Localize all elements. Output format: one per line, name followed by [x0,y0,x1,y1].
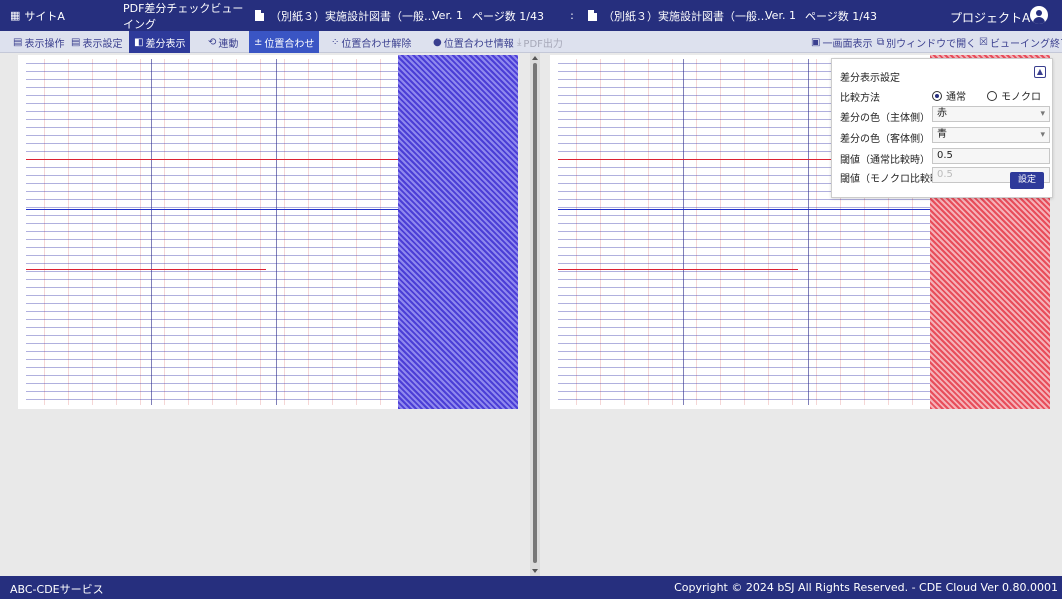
link-icon: ⟲ [208,36,217,48]
display-settings-icon: ▤ [71,36,81,48]
right-document-version: Ver. 1 [765,9,796,22]
file-icon [588,10,597,21]
right-document-info: （別紙３）実施設計図書（一般… Ver. 1 ページ数 1/43 [588,8,895,24]
site-selector[interactable]: ▦ サイトA [10,8,105,24]
scroll-down-icon[interactable] [532,569,538,573]
display-settings-button[interactable]: ▤ 表示設定 [66,31,127,53]
left-document-pages: ページ数 1/43 [472,9,544,23]
project-name[interactable]: プロジェクトA [950,9,1030,26]
threshold-normal-label: 閾値（通常比較時） [840,155,930,166]
compare-method-label: 比較方法 [840,93,880,104]
footer: ABC-CDEサービス Copyright © 2024 bSJ All Rig… [0,576,1062,599]
pane-scrollbar[interactable] [530,53,540,576]
new-window-icon: ⧉ [877,36,885,48]
site-label: サイトA [24,9,65,23]
app-title: PDF差分チェックビューイング [123,1,244,31]
download-icon: ⤓ [517,36,522,48]
align-button[interactable]: ± 位置合わせ [249,31,320,53]
file-icon [255,10,264,21]
right-document-pages: ページ数 1/43 [805,9,877,23]
left-viewer-pane[interactable] [0,53,530,576]
separator: : [570,9,574,22]
mode-normal-radio[interactable]: 通常 [932,88,966,103]
threshold-normal-input[interactable]: 0.5 [932,148,1050,164]
diff-settings-panel: 差分表示設定 ▲ 比較方法 通常 モノクロ 差分の色（主体側） 赤 差分の色（客… [831,58,1053,198]
object-color-label: 差分の色（客体側） [840,134,930,145]
align-release-icon: ⁘ [331,36,340,48]
pdf-output-button[interactable]: ⤓ PDF出力 [512,31,568,53]
info-icon: ● [433,36,442,48]
close-icon: ☒ [979,36,988,48]
display-operation-button[interactable]: ▤ 表示操作 [8,31,69,53]
end-viewing-button[interactable]: ☒ ビューイング終了 [974,31,1062,53]
apply-settings-button[interactable]: 設定 [1010,172,1044,189]
grid-icon: ▦ [10,9,21,22]
link-button[interactable]: ⟲ 連動 [203,31,243,53]
scroll-up-icon[interactable] [532,56,538,60]
left-pdf-page[interactable] [18,55,518,409]
diff-display-icon: ◧ [134,36,144,48]
right-document-name: （別紙３）実施設計図書（一般… [603,9,768,23]
left-document-name: （別紙３）実施設計図書（一般… [270,9,435,23]
single-view-icon: ▣ [811,36,821,48]
new-window-button[interactable]: ⧉ 別ウィンドウで開く [872,31,981,53]
service-name: ABC-CDEサービス [10,583,104,596]
align-release-button[interactable]: ⁘ 位置合わせ解除 [326,31,416,53]
left-drawing [26,59,398,405]
left-document-info: （別紙３）実施設計図書（一般… Ver. 1 ページ数 1/43 [255,8,562,24]
copyright: Copyright © 2024 bSJ All Rights Reserved… [674,581,1058,594]
settings-title: 差分表示設定 [840,73,900,84]
align-info-button[interactable]: ● 位置合わせ情報 [428,31,519,53]
scroll-thumb[interactable] [533,63,537,563]
left-diff-highlight [398,55,518,409]
object-color-select[interactable]: 青 [932,127,1050,143]
subject-color-select[interactable]: 赤 [932,106,1050,122]
toolbar: ▤ 表示操作 ▤ 表示設定 ◧ 差分表示 ⟲ 連動 ± 位置合わせ ⁘ 位置合わせ解除 ● 位… [0,31,1062,53]
align-icon: ± [254,36,263,48]
subject-color-label: 差分の色（主体側） [840,113,930,124]
chevron-up-icon[interactable]: ▲ [1034,66,1046,78]
radio-selected-icon [932,90,942,101]
diff-display-button[interactable]: ◧ 差分表示 [129,31,191,53]
radio-unselected-icon [987,90,997,101]
top-bar: ▦ サイトA PDF差分チェックビューイング （別紙３）実施設計図書（一般… V… [0,0,1062,31]
display-operation-icon: ▤ [13,36,23,48]
single-view-button[interactable]: ▣ 一画面表示 [806,31,877,53]
mode-mono-radio[interactable]: モノクロ [987,88,1041,103]
left-document-version: Ver. 1 [432,9,463,22]
user-icon[interactable] [1030,6,1048,24]
